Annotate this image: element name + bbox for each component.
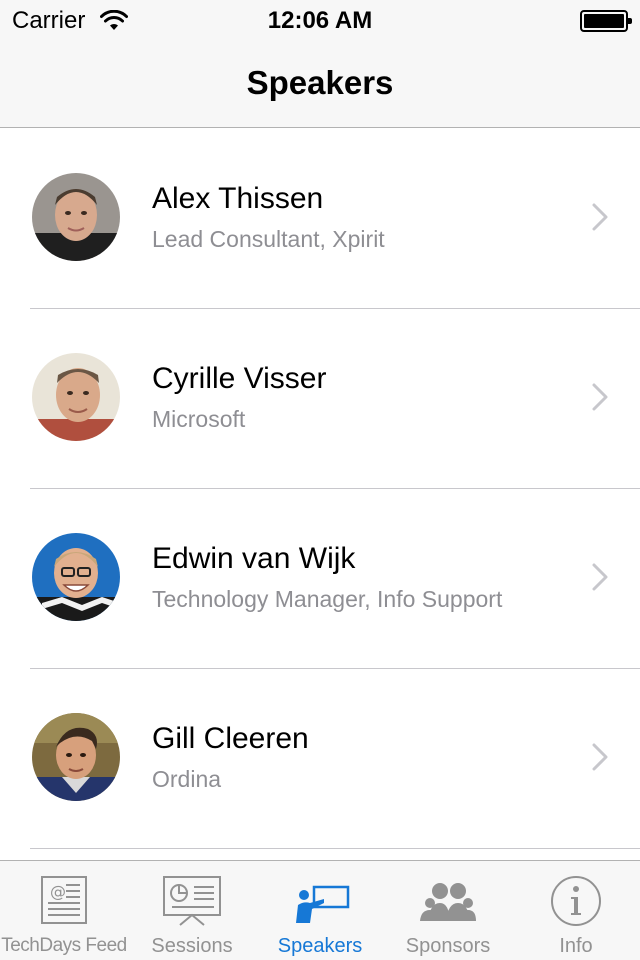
speaker-name: Cyrille Visser	[152, 362, 327, 395]
speaker-row[interactable]: Cyrille Visser Microsoft	[0, 309, 640, 489]
speaker-name: Edwin van Wijk	[152, 542, 356, 575]
speaker-subtitle: Ordina	[152, 766, 222, 792]
speaker-name: Gill Cleeren	[152, 722, 309, 755]
tab-label: Sponsors	[405, 935, 491, 957]
speaker-subtitle: Technology Manager, Info Support	[152, 586, 503, 612]
newspaper-icon: @	[41, 876, 87, 924]
chevron-right-icon	[592, 203, 608, 231]
svg-text:@: @	[50, 882, 66, 901]
tab-techdays-feed[interactable]: @ TechDays Feed	[0, 861, 128, 960]
battery-icon	[580, 10, 632, 32]
info-icon	[551, 876, 601, 926]
page-title: Speakers	[246, 64, 394, 101]
speaker-row[interactable]: Alex Thissen Lead Consultant, Xpirit	[0, 129, 640, 309]
presentation-icon	[163, 876, 221, 926]
speakers-list[interactable]: Alex Thissen Lead Consultant, Xpirit Cyr…	[0, 129, 640, 860]
speaker-row[interactable]: Edwin van Wijk Technology Manager, Info …	[0, 489, 640, 669]
chevron-right-icon	[592, 563, 608, 591]
chevron-right-icon	[592, 743, 608, 771]
tab-label: Speakers	[277, 935, 363, 957]
tab-bar: @ TechDays Feed Sessions Speakers Sponso…	[0, 860, 640, 960]
tab-speakers[interactable]: Speakers	[256, 861, 384, 960]
tab-label: Info	[559, 935, 593, 957]
avatar	[32, 713, 120, 801]
tab-sponsors[interactable]: Sponsors	[384, 861, 512, 960]
navigation-bar: Speakers	[0, 40, 640, 128]
tab-label: TechDays Feed	[1, 935, 127, 956]
speaker-row[interactable]: Gill Cleeren Ordina	[0, 669, 640, 849]
avatar	[32, 173, 120, 261]
tab-label: Sessions	[151, 935, 233, 957]
avatar	[32, 353, 120, 441]
clock: 12:06 AM	[267, 7, 373, 34]
chevron-right-icon	[592, 383, 608, 411]
status-bar: Carrier 12:06 AM	[0, 0, 640, 40]
speaker-icon	[296, 885, 350, 923]
speaker-subtitle: Microsoft	[152, 406, 246, 432]
people-icon	[420, 883, 476, 921]
tab-sessions[interactable]: Sessions	[128, 861, 256, 960]
avatar	[32, 533, 120, 621]
speaker-subtitle: Lead Consultant, Xpirit	[152, 226, 385, 252]
speaker-name: Alex Thissen	[152, 182, 324, 215]
tab-info[interactable]: Info	[512, 861, 640, 960]
